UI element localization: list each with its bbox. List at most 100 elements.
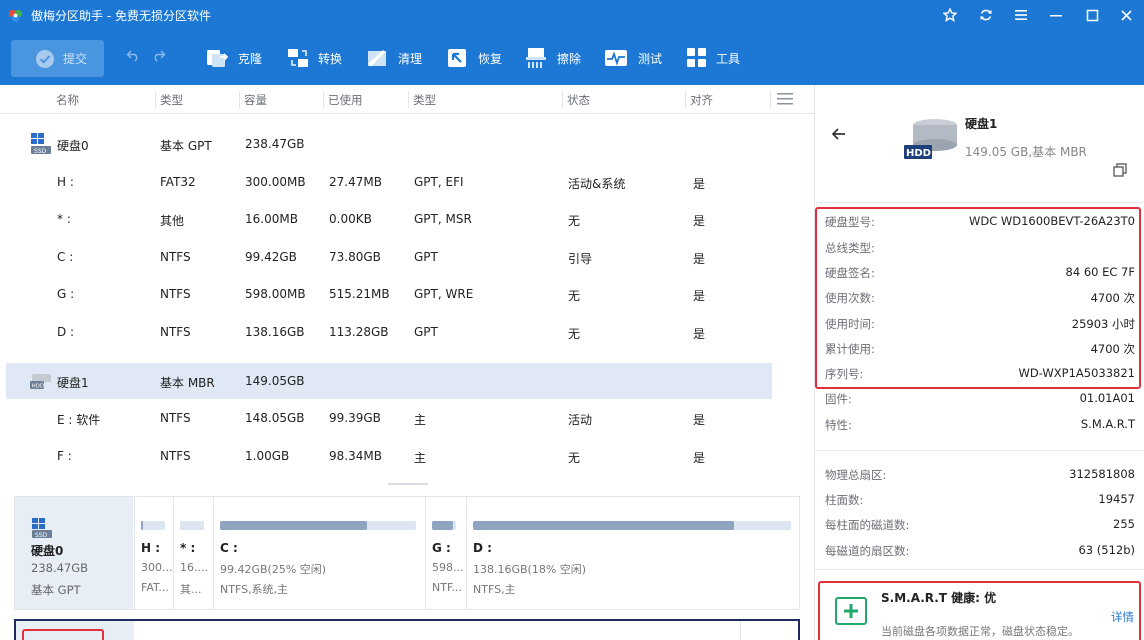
- recover-icon: [448, 49, 466, 67]
- partition-block[interactable]: H : 300... FAT...: [134, 497, 173, 609]
- table-row-selected[interactable]: HDD 硬盘1 基本 MBR 149.05GB: [6, 363, 772, 399]
- disk-map-disk1[interactable]: [14, 619, 800, 640]
- undo-icon[interactable]: [126, 48, 141, 62]
- convert-button[interactable]: 转换: [286, 44, 342, 72]
- smart-description: 当前磁盘各项数据正常，磁盘状态稳定。: [881, 625, 1079, 638]
- column-settings-icon[interactable]: [777, 92, 793, 106]
- table-row[interactable]: C : NTFS 99.42GB 73.80GB GPT 引导 是: [6, 239, 772, 275]
- disk-details-panel: HDD 硬盘1 149.05 GB,基本 MBR 硬盘型号: WDC WD1600…: [814, 85, 1144, 640]
- refresh-icon[interactable]: [974, 4, 998, 26]
- svg-text:HDD: HDD: [906, 148, 931, 159]
- prop-sectors-per-track: 每磁道的扇区数: 63 (512b): [825, 543, 1135, 558]
- window-title: 傲梅分区助手 - 免费无损分区软件: [31, 9, 211, 23]
- table-row[interactable]: SSD 硬盘0 基本 GPT 238.47GB: [6, 126, 772, 162]
- check-circle-icon: [36, 49, 54, 68]
- prop-hours: 使用时间: 25903 小时: [825, 317, 1135, 331]
- table-row[interactable]: F : NTFS 1.00GB 98.34MB 主 无 是: [6, 438, 772, 474]
- table-row[interactable]: H : FAT32 300.00MB 27.47MB GPT, EFI 活动&系…: [6, 164, 772, 200]
- usage-fill: [141, 521, 144, 530]
- hdd-icon: HDD: [904, 119, 957, 159]
- col-capacity[interactable]: 容量: [244, 92, 267, 108]
- cleanup-button[interactable]: 清理: [366, 44, 422, 72]
- recover-label: 恢复: [478, 51, 503, 66]
- cleanup-icon: [368, 49, 386, 67]
- prop-features: 特性: S.M.A.R.T: [825, 417, 1135, 432]
- prop-cylinders: 柱面数: 19457: [825, 492, 1135, 507]
- commit-button[interactable]: 提交: [11, 40, 104, 77]
- test-label: 测试: [638, 51, 663, 66]
- highlight-box: [22, 629, 104, 640]
- prop-total-sectors: 物理总扇区: 312581808: [825, 467, 1135, 482]
- col-status[interactable]: 状态: [567, 92, 590, 108]
- commit-label: 提交: [63, 52, 88, 66]
- ssd-disk-icon: SSD: [31, 133, 51, 155]
- smart-health-icon: [835, 597, 867, 625]
- disk-map-label[interactable]: SSD 硬盘0 238.47GB 基本 GPT: [15, 497, 133, 609]
- tools-button[interactable]: 工具: [686, 44, 740, 72]
- wipe-button[interactable]: 擦除: [525, 44, 581, 72]
- toolbar: 提交 克隆 转换 清理 恢复 擦除 测试 工具: [0, 31, 1144, 85]
- close-icon[interactable]: [1114, 4, 1138, 26]
- clone-icon: [207, 50, 229, 67]
- svg-text:SSD: SSD: [35, 532, 48, 539]
- prop-bus: 总线类型:: [825, 241, 875, 255]
- test-button[interactable]: 测试: [604, 44, 662, 72]
- usage-fill: [220, 521, 367, 530]
- col-type[interactable]: 类型: [160, 92, 183, 108]
- disk-summary: 149.05 GB,基本 MBR: [965, 145, 1087, 159]
- prop-serial: 序列号: WD-WXP1A5033821: [825, 366, 1135, 381]
- convert-icon: [288, 49, 308, 67]
- redo-icon[interactable]: [151, 48, 166, 62]
- ssd-disk-icon: SSD: [32, 518, 52, 539]
- partition-block[interactable]: C : 99.42GB(25% 空闲) NTFS,系统,主: [213, 497, 423, 609]
- clone-label: 克隆: [238, 51, 263, 66]
- menu-icon[interactable]: [1009, 4, 1033, 26]
- table-row[interactable]: D : NTFS 138.16GB 113.28GB GPT 无 是: [6, 314, 772, 350]
- smart-details-link[interactable]: 详情: [1111, 609, 1134, 625]
- prop-signature: 硬盘签名: 84 60 EC 7F: [825, 265, 1135, 280]
- wipe-icon: [526, 48, 546, 68]
- col-name[interactable]: 名称: [56, 92, 79, 108]
- table-row[interactable]: * : 其他 16.00MB 0.00KB GPT, MSR 无 是: [6, 201, 772, 237]
- smart-title: S.M.A.R.T 健康: 优: [881, 591, 997, 605]
- col-partition-type[interactable]: 类型: [413, 92, 436, 108]
- partition-block[interactable]: G : 598... NTF...: [425, 497, 465, 609]
- usage-fill: [473, 521, 734, 530]
- app-logo-icon: [8, 9, 23, 23]
- back-arrow-icon[interactable]: [831, 127, 847, 141]
- maximize-icon[interactable]: [1080, 4, 1104, 26]
- prop-total-usage: 累计使用: 4700 次: [825, 342, 1135, 356]
- usage-fill: [432, 521, 453, 530]
- clone-button[interactable]: 克隆: [206, 44, 262, 72]
- star-icon[interactable]: [938, 4, 962, 26]
- wipe-label: 擦除: [557, 51, 582, 66]
- partition-block[interactable]: * : 16.... 其...: [173, 497, 211, 609]
- prop-model: 硬盘型号: WDC WD1600BEVT-26A23T0: [825, 214, 1135, 229]
- pane-splitter[interactable]: [388, 483, 428, 485]
- test-icon: [605, 50, 627, 66]
- tools-icon: [687, 48, 706, 67]
- svg-text:SSD: SSD: [34, 148, 47, 155]
- hdd-disk-icon: HDD: [30, 374, 51, 390]
- prop-firmware: 固件: 01.01A01: [825, 391, 1135, 406]
- cleanup-label: 清理: [398, 51, 423, 66]
- disk-name: 硬盘0: [57, 139, 89, 153]
- disk-title: 硬盘1: [965, 117, 998, 131]
- prop-tracks-per-cylinder: 每柱面的磁道数: 255: [825, 517, 1135, 532]
- disk-name: 硬盘1: [57, 376, 89, 390]
- table-header: 名称 类型 容量 已使用 类型 状态 对齐: [0, 85, 814, 114]
- partition-block[interactable]: D : 138.16GB(18% 空闲) NTFS,主: [466, 497, 799, 609]
- disk-map-disk0: SSD 硬盘0 238.47GB 基本 GPT H : 300... FAT..…: [14, 496, 800, 610]
- col-align[interactable]: 对齐: [690, 92, 713, 108]
- table-row[interactable]: E : 软件 NTFS 148.05GB 99.39GB 主 活动 是: [6, 400, 772, 436]
- table-row[interactable]: G : NTFS 598.00MB 515.21MB GPT, WRE 无 是: [6, 276, 772, 312]
- minimize-icon[interactable]: [1044, 4, 1068, 26]
- recover-button[interactable]: 恢复: [446, 44, 502, 72]
- copy-icon[interactable]: [1113, 163, 1127, 177]
- svg-text:HDD: HDD: [32, 384, 45, 390]
- col-used[interactable]: 已使用: [328, 92, 363, 108]
- tools-label: 工具: [716, 51, 741, 66]
- prop-power-count: 使用次数: 4700 次: [825, 291, 1135, 305]
- convert-label: 转换: [318, 51, 343, 66]
- title-bar: 傲梅分区助手 - 免费无损分区软件: [0, 0, 1144, 31]
